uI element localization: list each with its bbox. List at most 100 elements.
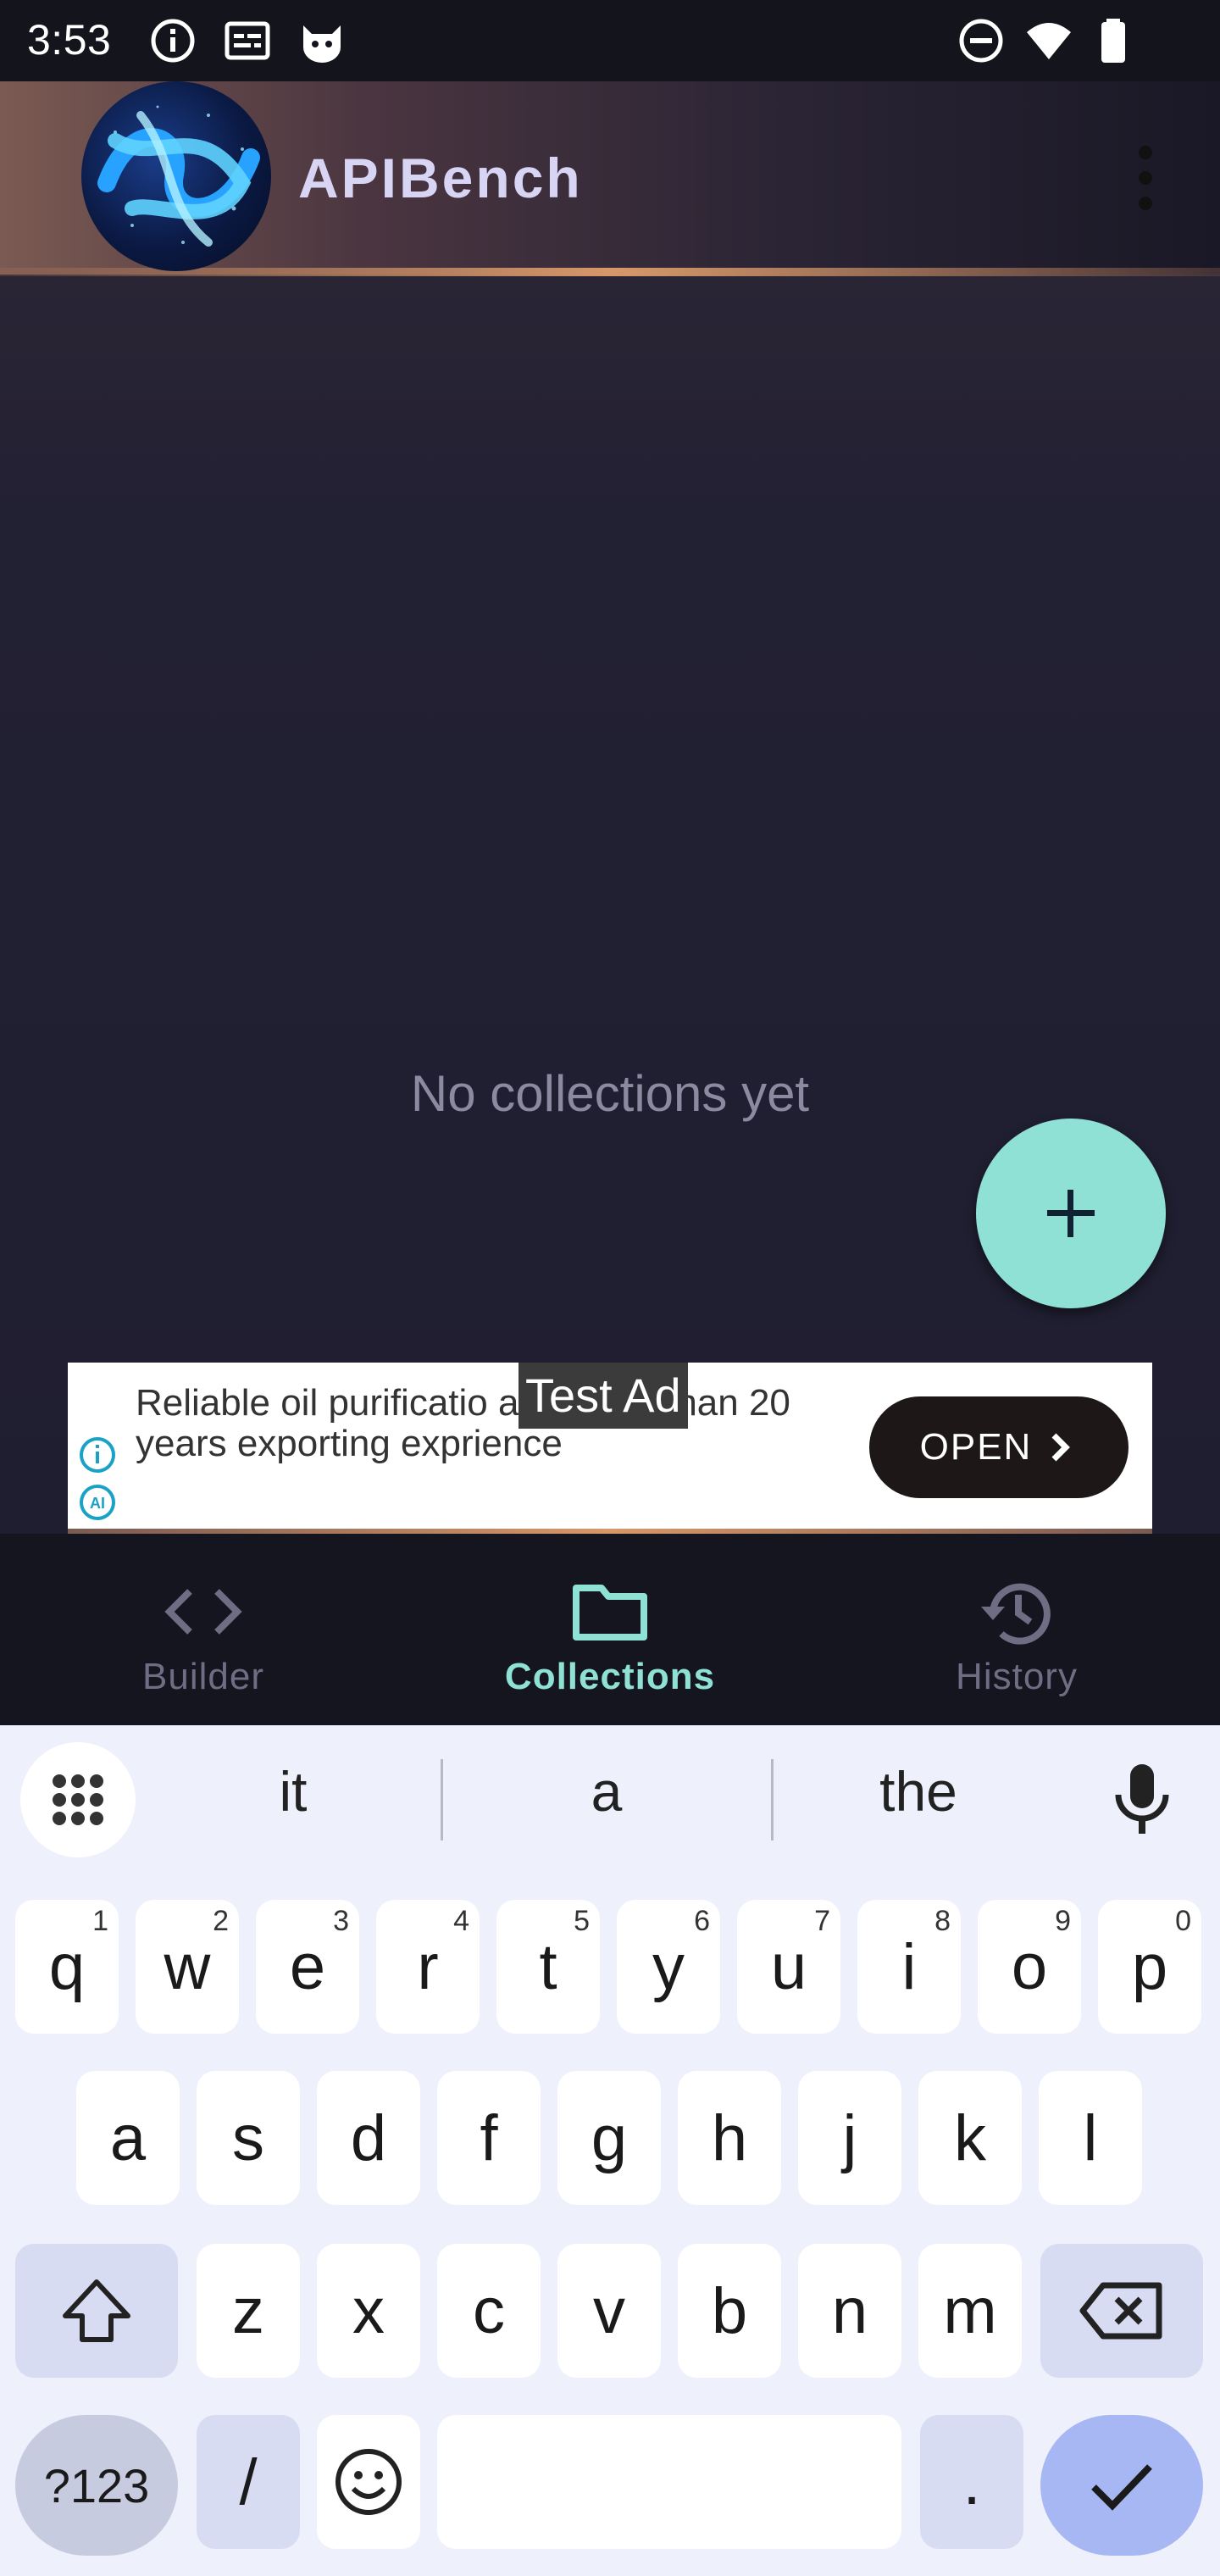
apps-grid-icon <box>53 1774 103 1825</box>
done-key[interactable] <box>1040 2415 1203 2556</box>
microphone-icon[interactable] <box>1106 1761 1178 1837</box>
key-label: c <box>473 2274 505 2347</box>
key-j[interactable]: j <box>798 2071 901 2205</box>
key-label: r <box>417 1930 439 2003</box>
key-label: v <box>593 2274 625 2347</box>
key-label: z <box>232 2274 264 2347</box>
key-hint: 5 <box>574 1905 590 1937</box>
more-vert-icon <box>1139 146 1152 210</box>
key-u[interactable]: u7 <box>737 1900 840 2034</box>
cat-icon <box>303 25 341 63</box>
key-f[interactable]: f <box>437 2071 541 2205</box>
backspace-key[interactable] <box>1040 2244 1203 2378</box>
key-label: u <box>770 1930 807 2003</box>
key-label: l <box>1083 2101 1098 2174</box>
bottom-navigation: Builder Collections History <box>0 1534 1220 1725</box>
key-label: i <box>901 1930 917 2003</box>
key-d[interactable]: d <box>317 2071 420 2205</box>
ad-open-label: OPEN <box>919 1426 1033 1468</box>
key-label: f <box>480 2101 498 2174</box>
ad-banner[interactable]: AI Reliable oil purificatio and more tha… <box>68 1363 1152 1530</box>
key-t[interactable]: t5 <box>496 1900 600 2034</box>
key-a[interactable]: a <box>76 2071 180 2205</box>
suggestion-divider <box>771 1759 774 1840</box>
slash-key[interactable]: / <box>197 2415 300 2549</box>
key-label: t <box>539 1930 557 2003</box>
status-bar: 3:53 <box>0 0 1220 81</box>
period-key[interactable]: . <box>920 2415 1023 2549</box>
key-b[interactable]: b <box>678 2244 781 2378</box>
space-key[interactable] <box>437 2415 901 2549</box>
key-label: q <box>48 1930 86 2003</box>
key-y[interactable]: y6 <box>617 1900 720 2034</box>
key-p[interactable]: p0 <box>1098 1900 1201 2034</box>
key-s[interactable]: s <box>197 2071 300 2205</box>
key-m[interactable]: m <box>918 2244 1022 2378</box>
key-label: o <box>1011 1930 1048 2003</box>
key-hint: 4 <box>453 1905 469 1937</box>
key-l[interactable]: l <box>1039 2071 1142 2205</box>
key-label: g <box>591 2101 628 2174</box>
key-z[interactable]: z <box>197 2244 300 2378</box>
key-label: a <box>109 2101 147 2174</box>
nav-item-collections[interactable]: Collections <box>407 1534 813 1725</box>
code-icon <box>164 1589 242 1635</box>
key-g[interactable]: g <box>557 2071 661 2205</box>
status-time: 3:53 <box>27 16 112 64</box>
nav-item-builder[interactable]: Builder <box>0 1534 407 1725</box>
suggestion-divider <box>441 1759 443 1840</box>
key-e[interactable]: e3 <box>256 1900 359 2034</box>
key-label: x <box>352 2274 385 2347</box>
key-h[interactable]: h <box>678 2071 781 2205</box>
folder-icon <box>573 1585 647 1641</box>
key-label: j <box>842 2101 857 2174</box>
add-collection-button[interactable] <box>976 1119 1166 1308</box>
ad-open-button[interactable]: OPEN <box>869 1396 1128 1498</box>
key-r[interactable]: r4 <box>376 1900 480 2034</box>
key-q[interactable]: q1 <box>15 1900 119 2034</box>
key-hint: 2 <box>213 1905 229 1937</box>
key-label: s <box>232 2101 264 2174</box>
key-label: n <box>831 2274 868 2347</box>
symbols-key[interactable]: ?123 <box>15 2415 178 2556</box>
key-label: m <box>943 2274 997 2347</box>
key-label: w <box>164 1930 211 2003</box>
ad-text: Reliable oil purificatio and more than 2… <box>136 1382 790 1464</box>
ad-choices-icon[interactable]: AI <box>78 1483 117 1522</box>
key-label: k <box>954 2101 986 2174</box>
backspace-icon <box>1079 2282 1162 2340</box>
key-label: y <box>652 1930 685 2003</box>
key-x[interactable]: x <box>317 2244 420 2378</box>
caption-icon <box>225 21 270 60</box>
emoji-key[interactable] <box>317 2415 420 2549</box>
emoji-icon <box>336 2449 402 2515</box>
ad-info-icon[interactable] <box>78 1435 117 1474</box>
check-icon <box>1091 2464 1152 2511</box>
overflow-menu-button[interactable] <box>1120 136 1171 220</box>
key-v[interactable]: v <box>557 2244 661 2378</box>
keyboard-menu-button[interactable] <box>20 1742 136 1857</box>
empty-state-message: No collections yet <box>410 1065 810 1122</box>
chevron-right-icon <box>1051 1433 1071 1462</box>
svg-text:AI: AI <box>90 1495 105 1512</box>
suggestion-3[interactable]: the <box>834 1759 1003 1824</box>
suggestion-2[interactable]: a <box>522 1759 691 1824</box>
history-icon <box>981 1583 1051 1645</box>
key-o[interactable]: o9 <box>978 1900 1081 2034</box>
suggestion-1[interactable]: it <box>208 1759 378 1824</box>
key-label: h <box>711 2101 748 2174</box>
key-n[interactable]: n <box>798 2244 901 2378</box>
collections-content: No collections yet <box>0 276 1220 1534</box>
nav-label-collections: Collections <box>504 1656 716 1697</box>
key-i[interactable]: i8 <box>857 1900 961 2034</box>
key-hint: 1 <box>92 1905 108 1937</box>
key-label: e <box>289 1930 326 2003</box>
key-hint: 8 <box>934 1905 951 1937</box>
shift-key[interactable] <box>15 2244 178 2378</box>
shift-icon <box>63 2279 130 2342</box>
key-w[interactable]: w2 <box>136 1900 239 2034</box>
key-hint: 6 <box>694 1905 710 1937</box>
key-k[interactable]: k <box>918 2071 1022 2205</box>
nav-item-history[interactable]: History <box>813 1534 1220 1725</box>
key-c[interactable]: c <box>437 2244 541 2378</box>
